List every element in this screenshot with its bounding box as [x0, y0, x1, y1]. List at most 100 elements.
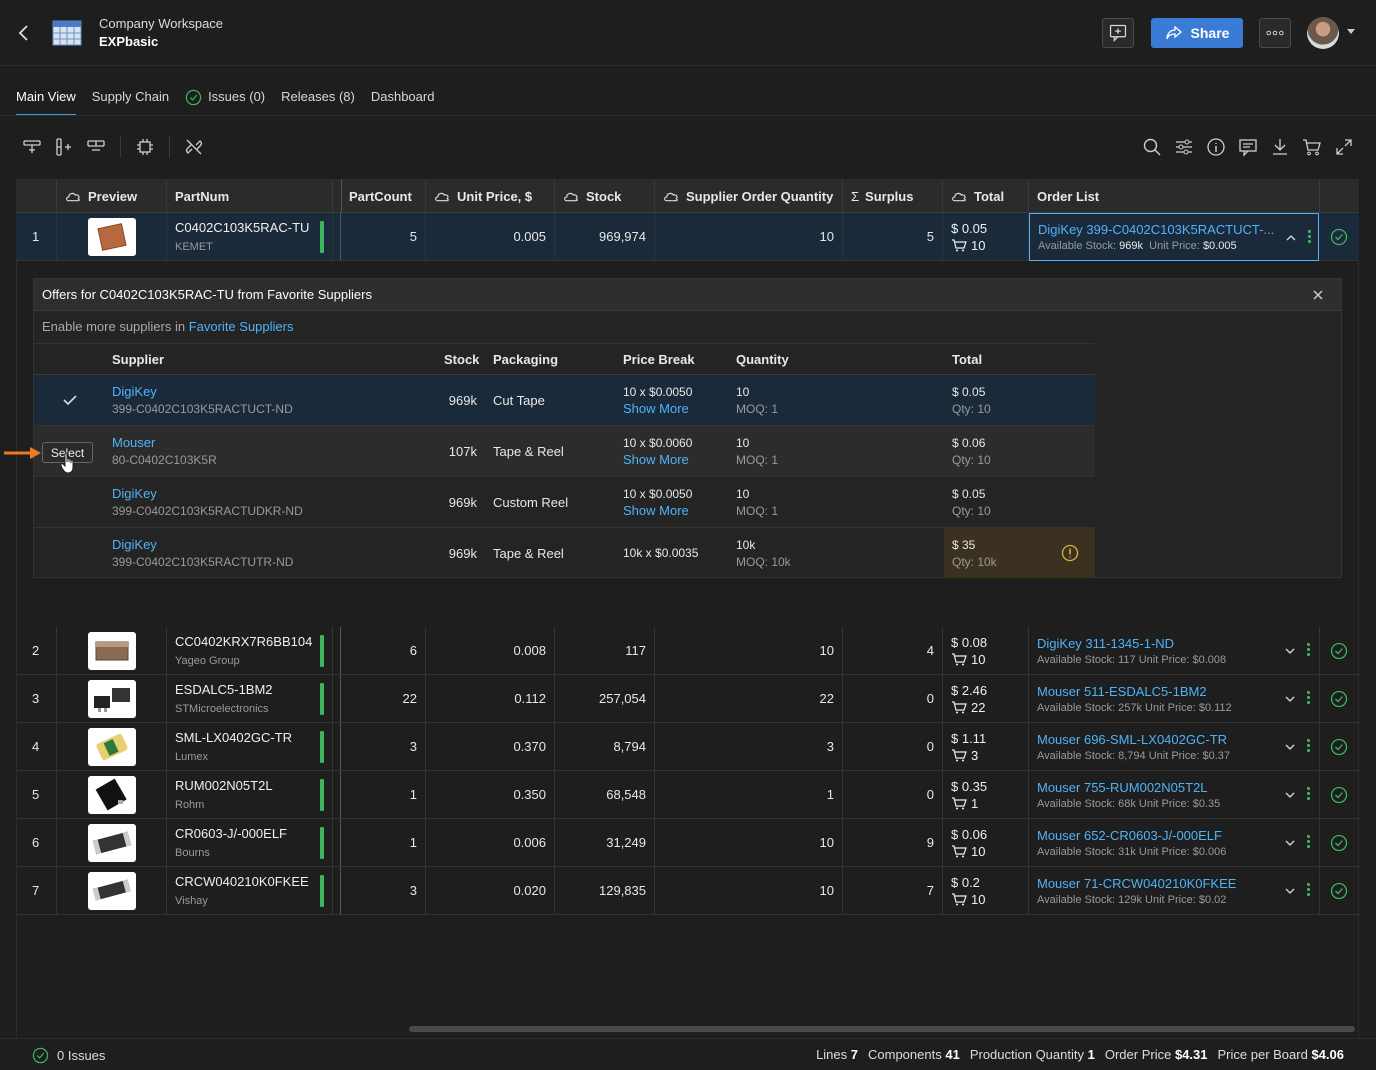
- total-cell[interactable]: $ 0.05 10: [943, 213, 1029, 260]
- partnum-cell[interactable]: SML-LX0402GC-TR Lumex: [167, 723, 333, 770]
- partcount-cell[interactable]: 6: [341, 627, 426, 674]
- header-supplier-order-qty[interactable]: Supplier Order Quantity: [655, 179, 843, 213]
- tab-dashboard[interactable]: Dashboard: [371, 89, 435, 115]
- row-menu-icon[interactable]: [1307, 883, 1311, 898]
- table-row[interactable]: 5 RUM002N05T2L Rohm 1 0.350 68,548 1 0 $…: [16, 771, 1359, 819]
- show-more-link[interactable]: Show More: [623, 503, 692, 518]
- header-partcount[interactable]: PartCount: [341, 179, 426, 213]
- user-avatar[interactable]: [1307, 17, 1339, 49]
- chevron-down-icon[interactable]: [1285, 646, 1295, 656]
- soq-cell[interactable]: 10: [655, 213, 843, 260]
- header-price-break[interactable]: Price Break: [623, 344, 695, 375]
- show-more-link[interactable]: Show More: [623, 401, 692, 416]
- expand-icon[interactable]: [1334, 137, 1354, 157]
- total-cell[interactable]: $ 0.35 1: [943, 771, 1029, 818]
- offer-row[interactable]: DigiKey 399-C0402C103K5RACTUTR-ND 969k Ta…: [34, 528, 1095, 579]
- total-cell[interactable]: $ 1.11 3: [943, 723, 1029, 770]
- partnum-cell[interactable]: CRCW040210K0FKEE Vishay: [167, 867, 333, 914]
- order-link[interactable]: Mouser 71-CRCW040210K0FKEE: [1037, 876, 1236, 891]
- soq-cell[interactable]: 3: [655, 723, 843, 770]
- header-total[interactable]: Total: [943, 179, 1029, 213]
- stock-cell[interactable]: 8,794: [555, 723, 655, 770]
- partcount-cell[interactable]: 22: [341, 675, 426, 722]
- supplier-link[interactable]: DigiKey: [112, 537, 293, 552]
- table-row[interactable]: 6 CR0603-J/-000ELF Bourns 1 0.006 31,249…: [16, 819, 1359, 867]
- horizontal-scrollbar[interactable]: [409, 1026, 1355, 1032]
- total-cell[interactable]: $ 0.08 10: [943, 627, 1029, 674]
- chevron-down-icon[interactable]: [1285, 742, 1295, 752]
- insert-row-below-icon[interactable]: [86, 137, 106, 157]
- header-surplus[interactable]: Σ Surplus: [843, 179, 943, 213]
- chevron-up-icon[interactable]: [1286, 233, 1296, 243]
- order-link[interactable]: Mouser 696-SML-LX0402GC-TR: [1037, 732, 1227, 747]
- tab-releases[interactable]: Releases (8): [281, 89, 355, 115]
- download-icon[interactable]: [1270, 137, 1290, 157]
- soq-cell[interactable]: 22: [655, 675, 843, 722]
- chevron-down-icon[interactable]: [1285, 886, 1295, 896]
- total-cell[interactable]: $ 0.06 10: [943, 819, 1029, 866]
- surplus-cell[interactable]: 0: [843, 675, 943, 722]
- table-row[interactable]: 4 SML-LX0402GC-TR Lumex 3 0.370 8,794 3 …: [16, 723, 1359, 771]
- order-list-cell[interactable]: Mouser 755-RUM002N05T2L Available Stock:…: [1029, 771, 1320, 818]
- supplier-link[interactable]: Mouser: [112, 435, 217, 450]
- tab-main-view[interactable]: Main View: [16, 89, 76, 116]
- partcount-cell[interactable]: 3: [341, 723, 426, 770]
- partnum-cell[interactable]: RUM002N05T2L Rohm: [167, 771, 333, 818]
- issues-status[interactable]: 0 Issues: [32, 1047, 105, 1064]
- header-preview[interactable]: Preview: [57, 179, 167, 213]
- table-row[interactable]: 7 CRCW040210K0FKEE Vishay 3 0.020 129,83…: [16, 867, 1359, 915]
- partcount-cell[interactable]: 5: [341, 213, 426, 260]
- order-link[interactable]: Mouser 652-CR0603-J/-000ELF: [1037, 828, 1222, 843]
- row-menu-icon[interactable]: [1307, 835, 1311, 850]
- chevron-down-icon[interactable]: [1285, 790, 1295, 800]
- header-packaging[interactable]: Packaging: [493, 344, 558, 375]
- unit-price-cell[interactable]: 0.008: [426, 627, 555, 674]
- header-partnum[interactable]: PartNum: [167, 179, 333, 213]
- stock-cell[interactable]: 68,548: [555, 771, 655, 818]
- filter-sliders-icon[interactable]: [1174, 137, 1194, 157]
- stock-cell[interactable]: 257,054: [555, 675, 655, 722]
- search-icon[interactable]: [1142, 137, 1162, 157]
- partcount-cell[interactable]: 1: [341, 771, 426, 818]
- row-menu-icon[interactable]: [1307, 643, 1311, 658]
- unit-price-cell[interactable]: 0.005: [426, 213, 555, 260]
- order-list-cell[interactable]: Mouser 71-CRCW040210K0FKEE Available Sto…: [1029, 867, 1320, 914]
- surplus-cell[interactable]: 0: [843, 771, 943, 818]
- offer-row[interactable]: Mouser 80-C0402C103K5R 107k Tape & Reel 1…: [34, 426, 1095, 477]
- row-menu-icon[interactable]: [1307, 739, 1311, 754]
- header-stock[interactable]: Stock: [444, 344, 479, 375]
- header-stock[interactable]: Stock: [555, 179, 655, 213]
- stock-cell[interactable]: 117: [555, 627, 655, 674]
- user-menu-caret-icon[interactable]: [1347, 29, 1355, 34]
- more-button[interactable]: [1259, 18, 1291, 48]
- surplus-cell[interactable]: 7: [843, 867, 943, 914]
- close-icon[interactable]: [1311, 288, 1325, 302]
- surplus-cell[interactable]: 9: [843, 819, 943, 866]
- unit-price-cell[interactable]: 0.006: [426, 819, 555, 866]
- order-list-cell[interactable]: Mouser 696-SML-LX0402GC-TR Available Sto…: [1029, 723, 1320, 770]
- unit-price-cell[interactable]: 0.020: [426, 867, 555, 914]
- stock-cell[interactable]: 969,974: [555, 213, 655, 260]
- soq-cell[interactable]: 10: [655, 627, 843, 674]
- unlink-icon[interactable]: [184, 137, 204, 157]
- stock-cell[interactable]: 31,249: [555, 819, 655, 866]
- table-row[interactable]: 3 ESDALC5-1BM2 STMicroelectronics 22 0.1…: [16, 675, 1359, 723]
- share-button[interactable]: Share: [1151, 18, 1243, 48]
- cart-icon[interactable]: [1302, 137, 1322, 157]
- order-link[interactable]: DigiKey 399-C0402C103K5RACTUCT-...: [1038, 222, 1274, 237]
- table-row[interactable]: 1 C0402C103K5RAC-TU KEMET 5 0.005 969,97…: [16, 213, 1359, 261]
- comments-icon[interactable]: [1238, 137, 1258, 157]
- surplus-cell[interactable]: 5: [843, 213, 943, 260]
- supplier-link[interactable]: DigiKey: [112, 384, 293, 399]
- table-row[interactable]: 2 CC0402KRX7R6BB104 Yageo Group 6 0.008 …: [16, 627, 1359, 675]
- unit-price-cell[interactable]: 0.370: [426, 723, 555, 770]
- surplus-cell[interactable]: 0: [843, 723, 943, 770]
- order-link[interactable]: DigiKey 311-1345-1-ND: [1037, 636, 1174, 651]
- partcount-cell[interactable]: 1: [341, 819, 426, 866]
- unit-price-cell[interactable]: 0.112: [426, 675, 555, 722]
- tab-issues[interactable]: Issues (0): [185, 89, 265, 115]
- comment-button[interactable]: [1102, 18, 1134, 48]
- surplus-cell[interactable]: 4: [843, 627, 943, 674]
- row-menu-icon[interactable]: [1307, 691, 1311, 706]
- insert-column-icon[interactable]: [54, 137, 74, 157]
